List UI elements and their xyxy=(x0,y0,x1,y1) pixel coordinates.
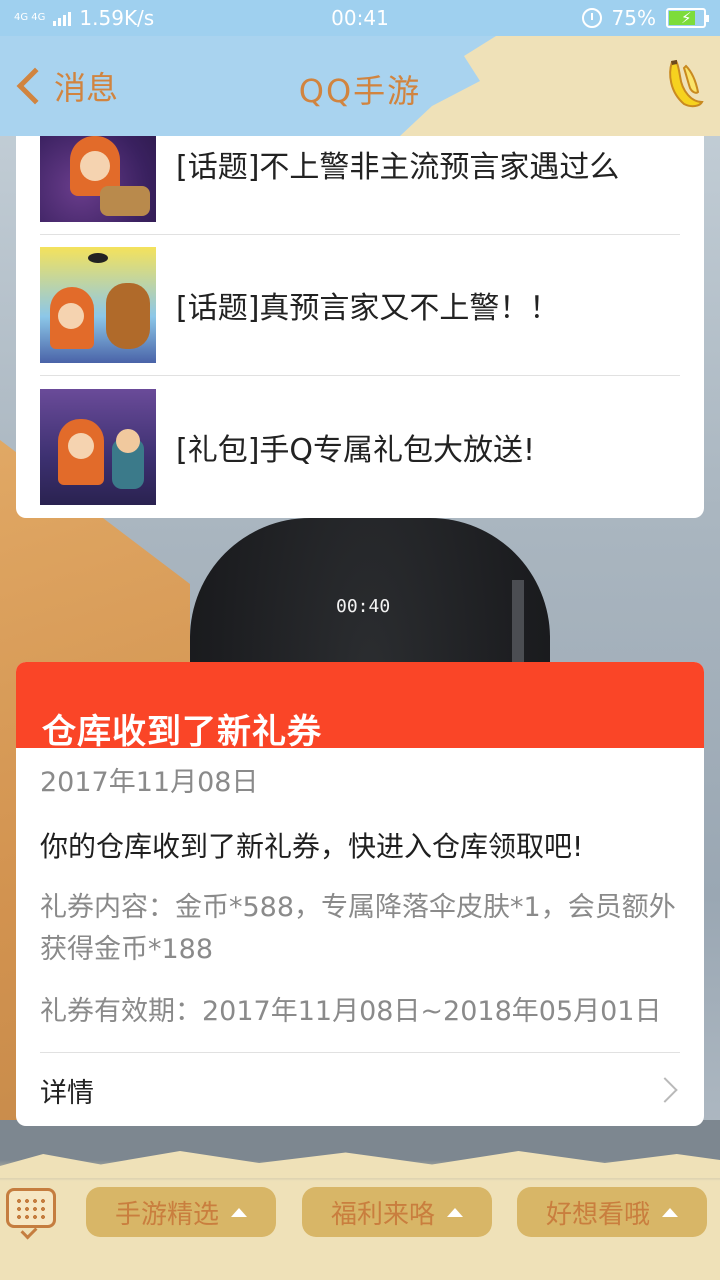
article-title: [话题]真预言家又不上警！！ xyxy=(176,291,560,326)
status-left: 4G 4G 1.59K/s xyxy=(14,6,154,30)
article-list: [话题]不上警非主流预言家遇过么 [话题]真预言家又不上警！！ [礼包]手Q专属… xyxy=(16,136,704,518)
notice-date: 2017年11月08日 xyxy=(40,767,259,798)
notice-validity: 礼券有效期：2017年11月08日~2018年05月01日 xyxy=(40,996,662,1027)
charging-bolt-icon: ⚡ xyxy=(681,9,692,27)
chevron-right-icon xyxy=(652,1077,678,1103)
menu-button-label: 好想看哦 xyxy=(545,1199,650,1230)
notice-title: 仓库收到了新礼券 xyxy=(16,662,704,752)
caret-up-icon xyxy=(231,1207,247,1217)
notice-main-text: 你的仓库收到了新礼券，快进入仓库领取吧! xyxy=(40,830,584,863)
notice-body: 2017年11月08日 你的仓库收到了新礼券，快进入仓库领取吧! 礼券内容：金币… xyxy=(16,748,704,1028)
app-header: 消息 QQ手游 xyxy=(0,36,720,136)
status-right: 75% ⚡ xyxy=(581,6,709,30)
menu-button-want-to-see[interactable]: 好想看哦 xyxy=(517,1187,707,1237)
background-video-time: 00:40 xyxy=(336,596,391,617)
menu-button-featured-games[interactable]: 手游精选 xyxy=(86,1187,276,1237)
caret-up-icon xyxy=(662,1207,678,1217)
battery-icon: ⚡ xyxy=(666,8,709,28)
battery-percent: 75% xyxy=(611,6,656,30)
signal-icon xyxy=(53,10,72,26)
list-item[interactable]: [话题]真预言家又不上警！！ xyxy=(40,235,680,376)
banana-icon[interactable] xyxy=(662,58,706,110)
article-thumbnail xyxy=(40,136,156,222)
list-item[interactable]: [礼包]手Q专属礼包大放送! xyxy=(40,376,680,517)
article-thumbnail xyxy=(40,388,156,505)
article-title: [礼包]手Q专属礼包大放送! xyxy=(176,432,536,468)
menu-button-label: 福利来咯 xyxy=(330,1199,435,1230)
status-bar: 4G 4G 1.59K/s 00:41 75% ⚡ xyxy=(0,0,720,36)
menu-button-benefits[interactable]: 福利来咯 xyxy=(302,1187,492,1237)
keyboard-icon[interactable] xyxy=(6,1188,56,1228)
background-sleeve-stripe xyxy=(512,580,524,670)
notice-card: 仓库收到了新礼券 2017年11月08日 你的仓库收到了新礼券，快进入仓库领取吧… xyxy=(16,662,704,1126)
caret-up-icon xyxy=(447,1207,463,1217)
detail-label: 详情 xyxy=(40,1077,94,1109)
network-type: 4G 4G xyxy=(14,12,46,23)
notice-content: 礼券内容：金币*588，专属降落伞皮肤*1，会员额外获得金币*188 xyxy=(40,892,676,965)
list-item[interactable]: [话题]不上警非主流预言家遇过么 xyxy=(40,136,680,235)
network-speed: 1.59K/s xyxy=(79,6,155,30)
article-thumbnail xyxy=(40,247,156,363)
menu-button-label: 手游精选 xyxy=(114,1199,219,1230)
page-title: QQ手游 xyxy=(298,72,422,110)
detail-link[interactable]: 详情 xyxy=(40,1062,680,1118)
article-title: [话题]不上警非主流预言家遇过么 xyxy=(176,150,620,185)
alarm-icon xyxy=(581,8,602,28)
divider xyxy=(40,1052,680,1053)
